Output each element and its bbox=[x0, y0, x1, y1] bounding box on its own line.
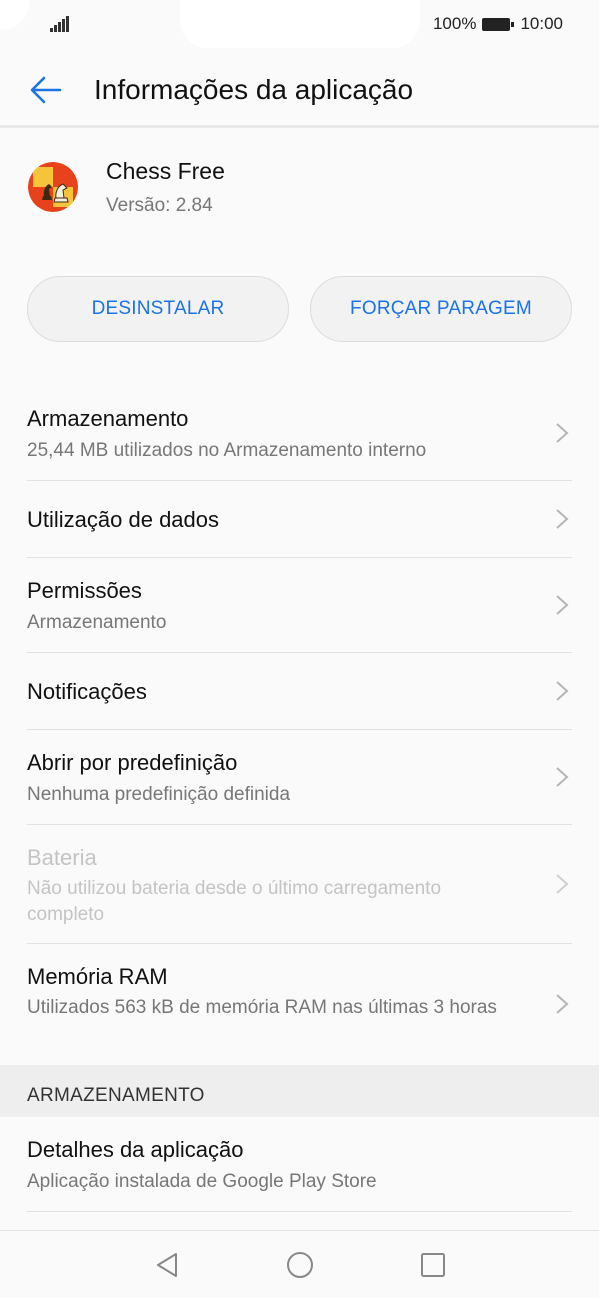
list-item-subtitle: Aplicação instalada de Google Play Store bbox=[27, 1171, 377, 1192]
divider bbox=[27, 1211, 572, 1212]
section-header: ARMAZENAMENTO bbox=[0, 1065, 599, 1117]
signal-icon bbox=[50, 16, 70, 32]
chess-app-icon bbox=[28, 162, 78, 212]
list-item-notifications[interactable]: Notificações bbox=[0, 653, 599, 729]
app-info-screen: 100% 10:00 Informações da aplicação Ches… bbox=[0, 0, 599, 1298]
list-item-subtitle: Não utilizou bateria desde o último carr… bbox=[27, 878, 442, 925]
list-item-title: Memória RAM bbox=[27, 964, 168, 989]
list-item-title: Utilização de dados bbox=[27, 507, 220, 532]
app-bar: Informações da aplicação bbox=[0, 50, 599, 128]
display-notch bbox=[180, 0, 420, 48]
chevron-right-icon bbox=[556, 509, 569, 529]
list-item-open-by-default[interactable]: Abrir por predefinição Nenhuma predefini… bbox=[0, 730, 599, 824]
nav-back-icon[interactable] bbox=[153, 1251, 181, 1279]
chevron-right-icon bbox=[556, 423, 569, 443]
uninstall-button[interactable]: DESINSTALAR bbox=[27, 276, 289, 342]
back-arrow-icon[interactable] bbox=[28, 72, 64, 108]
nav-recents-icon[interactable] bbox=[419, 1251, 447, 1279]
list-item-title: Armazenamento bbox=[27, 406, 189, 431]
status-right: 100% 10:00 bbox=[433, 14, 563, 34]
app-name: Chess Free bbox=[106, 158, 225, 184]
list-item-subtitle: Utilizados 563 kB de memória RAM nas últ… bbox=[27, 997, 497, 1018]
page-title: Informações da aplicação bbox=[94, 74, 414, 105]
list-item-data-usage[interactable]: Utilização de dados bbox=[0, 481, 599, 557]
list-item-title: Bateria bbox=[27, 845, 97, 870]
clock: 10:00 bbox=[520, 14, 563, 33]
chevron-right-icon bbox=[556, 874, 569, 894]
list-item-app-details[interactable]: Detalhes da aplicação Aplicação instalad… bbox=[0, 1117, 599, 1211]
list-item-storage[interactable]: Armazenamento 25,44 MB utilizados no Arm… bbox=[0, 400, 599, 480]
list-item-title: Abrir por predefinição bbox=[27, 750, 238, 775]
status-bar: 100% 10:00 bbox=[0, 0, 599, 50]
nav-home-icon[interactable] bbox=[286, 1251, 314, 1279]
chevron-right-icon bbox=[556, 681, 569, 701]
force-stop-button[interactable]: FORÇAR PARAGEM bbox=[310, 276, 572, 342]
list-item-title: Notificações bbox=[27, 679, 147, 704]
list-item-subtitle: Nenhuma predefinição definida bbox=[27, 784, 291, 805]
list-item-permissions[interactable]: Permissões Armazenamento bbox=[0, 558, 599, 652]
list-item-title: Detalhes da aplicação bbox=[27, 1137, 244, 1162]
list-item-title: Permissões bbox=[27, 578, 142, 603]
chevron-right-icon bbox=[556, 767, 569, 787]
battery-percent: 100% bbox=[432, 14, 477, 33]
navigation-bar bbox=[0, 1230, 599, 1298]
chevron-right-icon bbox=[556, 595, 569, 615]
list-item-battery: Bateria Não utilizou bateria desde o últ… bbox=[0, 825, 599, 943]
list-item-subtitle: 25,44 MB utilizados no Armazenamento int… bbox=[27, 440, 427, 461]
list-item-subtitle: Armazenamento bbox=[27, 612, 167, 633]
screen-corner bbox=[0, 0, 30, 30]
battery-icon bbox=[482, 17, 515, 31]
list-item-ram[interactable]: Memória RAM Utilizados 563 kB de memória… bbox=[0, 944, 599, 1064]
section-header-label: ARMAZENAMENTO bbox=[27, 1085, 205, 1106]
chevron-right-icon bbox=[556, 994, 569, 1014]
app-version: Versão: 2.84 bbox=[106, 195, 213, 216]
